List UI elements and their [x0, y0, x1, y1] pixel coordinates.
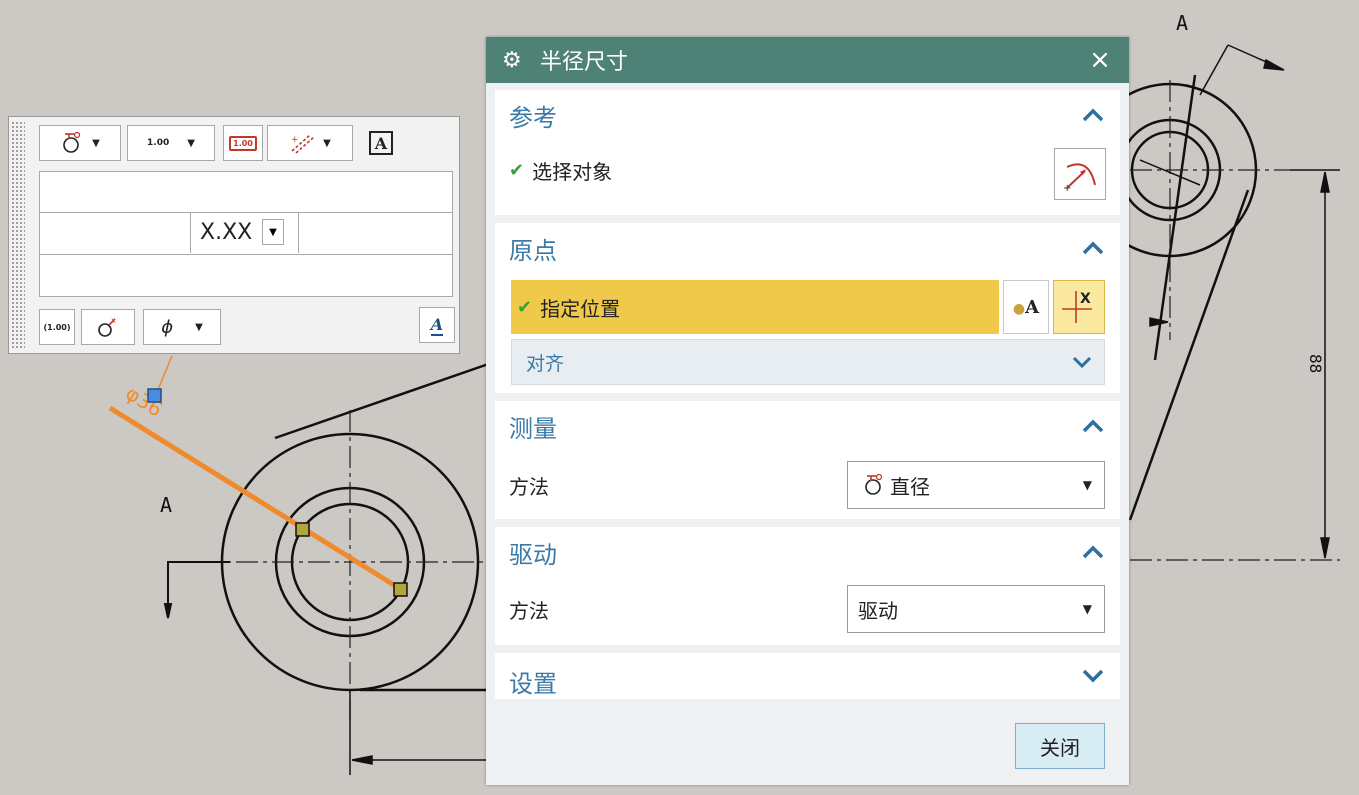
text-settings-button[interactable]: A: [419, 307, 455, 343]
text-placement-button[interactable]: ●A: [1003, 280, 1049, 334]
measure-method-label: 方法: [509, 474, 549, 499]
selected-dimension[interactable]: φ36: [108, 355, 408, 597]
close-icon[interactable]: ×: [1085, 45, 1115, 75]
toolbar-grip[interactable]: [11, 121, 25, 349]
svg-text:X: X: [1080, 291, 1091, 307]
main-value-field[interactable]: [40, 213, 191, 253]
section-origin-header[interactable]: 原点: [495, 223, 1120, 273]
tolerance-button[interactable]: 1.00: [223, 125, 263, 161]
drive-method-value: 驱动: [858, 598, 898, 623]
diameter-symbol-icon: x: [98, 316, 116, 337]
tolerance-icon: 1.00: [229, 135, 257, 151]
chevron-down-icon: ▼: [1082, 602, 1092, 616]
section-settings: 设置: [495, 653, 1120, 699]
align-subsection[interactable]: 对齐: [511, 339, 1105, 385]
dimension-88: 88: [1306, 354, 1325, 373]
section-drive: 驱动 方法 驱动 ▼: [495, 527, 1120, 645]
section-measure-header[interactable]: 测量: [495, 401, 1120, 451]
chevron-up-icon[interactable]: [1076, 535, 1110, 569]
text-style-icon: A: [369, 131, 393, 155]
text-style-button[interactable]: A: [361, 125, 401, 161]
diameter-icon: [865, 473, 883, 495]
format-label: X.XX: [200, 220, 253, 245]
dimension-line-icon: +: [291, 134, 315, 154]
chevron-down-icon[interactable]: [1076, 659, 1110, 693]
measure-method-value: 直径: [890, 474, 930, 499]
chevron-down-icon: [1072, 353, 1092, 372]
phi-symbol-dropdown[interactable]: ϕ ▼: [143, 309, 221, 345]
reference-dimension-button[interactable]: (1.00): [39, 309, 75, 345]
diameter-style-icon: [63, 131, 81, 153]
arc-select-icon: +: [1063, 163, 1096, 194]
chevron-down-icon: ▼: [1082, 478, 1092, 492]
section-title: 设置: [509, 669, 557, 698]
section-reference-header[interactable]: 参考: [495, 90, 1120, 140]
section-title: 驱动: [509, 540, 557, 569]
precision-value: 1.00: [147, 138, 170, 148]
chevron-up-icon[interactable]: [1076, 231, 1110, 265]
specify-location-label: 指定位置: [540, 296, 621, 321]
dimension-line-style-dropdown[interactable]: + ▼: [267, 125, 353, 161]
dimension-value-row: X.XX ▼: [39, 213, 453, 255]
section-title: 测量: [509, 414, 557, 443]
postfix-text-field[interactable]: [39, 255, 453, 297]
dimension-style-dropdown[interactable]: ▼: [39, 125, 121, 161]
section-title: 原点: [509, 236, 557, 265]
chevron-up-icon[interactable]: [1076, 98, 1110, 132]
precision-dropdown[interactable]: 1.00 ▼: [127, 125, 215, 161]
check-icon: ✔: [509, 159, 525, 181]
text-settings-icon: A: [430, 314, 444, 336]
dialog-title: 半径尺寸: [540, 50, 629, 75]
symbol-button[interactable]: x: [81, 309, 135, 345]
drive-method-label: 方法: [509, 598, 549, 623]
left-centerlines: [200, 410, 490, 720]
label-a-top: A: [1176, 11, 1188, 35]
point-dialog-button[interactable]: X: [1053, 280, 1105, 334]
suffix-value-field[interactable]: [298, 213, 452, 253]
left-boss: [220, 358, 501, 692]
chevron-down-icon: ▼: [195, 321, 203, 333]
chevron-down-icon: ▼: [323, 137, 331, 149]
dimension-edit-toolbar: ▼ 1.00 ▼ 1.00 + ▼ A X.XX ▼ (1.00) x ϕ ▼ …: [8, 116, 460, 354]
prefix-text-field[interactable]: [39, 171, 453, 213]
measure-method-select[interactable]: 直径 ▼: [847, 461, 1105, 509]
select-object-button[interactable]: +: [1054, 148, 1106, 200]
gear-icon[interactable]: ⚙: [502, 48, 526, 73]
chevron-up-icon[interactable]: [1076, 409, 1110, 443]
specify-location-row[interactable]: ✔ 指定位置: [511, 280, 999, 334]
drive-method-select[interactable]: 驱动 ▼: [847, 585, 1105, 633]
radius-dimension-dialog: ⚙ 半径尺寸 × 参考 ✔ 选择对象 + 原点 ✔ 指定位置 ●A X 对齐 测…: [486, 37, 1129, 785]
select-object-row[interactable]: ✔ 选择对象: [509, 148, 1106, 192]
chevron-down-icon: ▼: [187, 137, 195, 149]
check-icon: ✔: [517, 296, 533, 318]
svg-text:+: +: [1063, 183, 1071, 194]
chevron-down-icon: ▼: [92, 137, 100, 149]
text-placement-icon: ●A: [1012, 296, 1040, 318]
align-label: 对齐: [526, 352, 565, 375]
svg-text:+: +: [291, 135, 299, 145]
section-marker-left: [163, 561, 230, 619]
bottom-dimension: [349, 690, 490, 775]
dialog-title-bar[interactable]: ⚙ 半径尺寸 ×: [486, 37, 1129, 83]
svg-text:x: x: [111, 316, 116, 325]
reference-icon: (1.00): [43, 322, 71, 332]
section-drive-header[interactable]: 驱动: [495, 527, 1120, 577]
label-a-left: A: [160, 493, 172, 517]
phi-symbol: ϕ: [161, 316, 174, 338]
section-origin: 原点 ✔ 指定位置 ●A X 对齐: [495, 223, 1120, 393]
format-dropdown[interactable]: ▼: [262, 219, 284, 245]
select-object-label: 选择对象: [532, 159, 613, 184]
section-title: 参考: [509, 103, 557, 132]
section-settings-header[interactable]: 设置: [495, 653, 1120, 699]
section-reference: 参考 ✔ 选择对象 +: [495, 90, 1120, 215]
crosshair-point-icon: X: [1062, 291, 1092, 323]
close-button[interactable]: 关闭: [1015, 723, 1105, 769]
section-measure: 测量 方法 直径 ▼: [495, 401, 1120, 519]
